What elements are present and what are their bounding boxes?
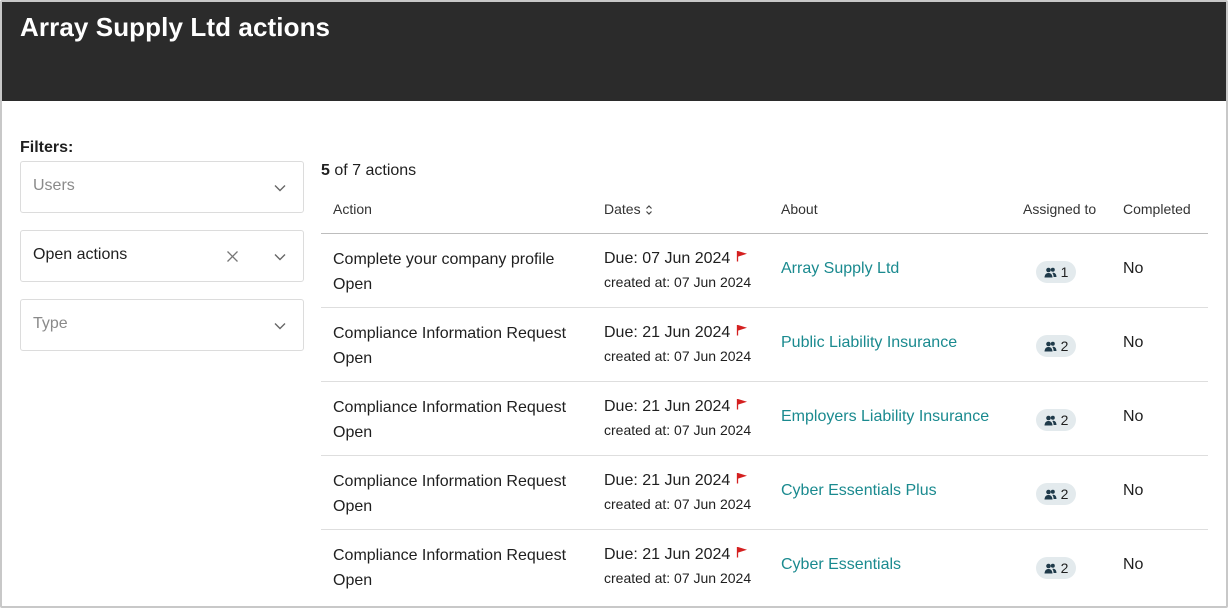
action-status: Open bbox=[333, 498, 373, 515]
action-status: Open bbox=[333, 276, 373, 293]
due-date: Due: 07 Jun 2024 bbox=[604, 247, 751, 271]
assignee-count: 2 bbox=[1060, 486, 1069, 502]
column-header-about: About bbox=[781, 201, 818, 217]
results-total: of 7 actions bbox=[329, 162, 417, 179]
dates-cell: Due: 21 Jun 2024 created at: 07 Jun 2024 bbox=[604, 321, 751, 367]
table-row: Complete your company profile Open Due: … bbox=[321, 234, 1208, 308]
about-link[interactable]: Public Liability Insurance bbox=[781, 334, 957, 352]
due-date: Due: 21 Jun 2024 bbox=[604, 321, 751, 345]
action-cell: Compliance Information Request Open bbox=[333, 321, 566, 371]
created-date: created at: 07 Jun 2024 bbox=[604, 274, 752, 290]
assignee-count: 1 bbox=[1060, 264, 1069, 280]
results-shown: 5 bbox=[321, 162, 330, 179]
due-date: Due: 21 Jun 2024 bbox=[604, 543, 751, 567]
action-status: Open bbox=[333, 350, 373, 367]
flag-icon bbox=[737, 547, 748, 558]
column-header-dates-label: Dates bbox=[604, 201, 641, 217]
assignee-badge[interactable]: 1 bbox=[1036, 261, 1076, 283]
users-icon bbox=[1044, 415, 1057, 425]
completed-value: No bbox=[1123, 556, 1144, 573]
status-filter-select[interactable]: Open actions bbox=[20, 230, 304, 282]
dates-cell: Due: 21 Jun 2024 created at: 07 Jun 2024 bbox=[604, 395, 751, 441]
flag-icon bbox=[737, 399, 748, 410]
created-date: created at: 07 Jun 2024 bbox=[604, 348, 752, 364]
due-date: Due: 21 Jun 2024 bbox=[604, 469, 751, 493]
action-title: Compliance Information Request bbox=[333, 547, 567, 564]
column-header-assigned: Assigned to bbox=[1023, 201, 1097, 217]
due-date-text: Due: 21 Jun 2024 bbox=[604, 546, 731, 563]
column-header-dates[interactable]: Dates bbox=[604, 201, 653, 217]
completed-value: No bbox=[1123, 482, 1144, 499]
table-row: Compliance Information Request Open Due:… bbox=[321, 382, 1208, 456]
dates-cell: Due: 21 Jun 2024 created at: 07 Jun 2024 bbox=[604, 543, 751, 589]
due-date-text: Due: 21 Jun 2024 bbox=[604, 398, 731, 415]
created-date: created at: 07 Jun 2024 bbox=[604, 422, 752, 438]
action-cell: Complete your company profile Open bbox=[333, 247, 554, 297]
about-link[interactable]: Employers Liability Insurance bbox=[781, 408, 989, 426]
assignee-badge[interactable]: 2 bbox=[1036, 557, 1076, 579]
completed-value: No bbox=[1123, 260, 1144, 277]
table-row: Compliance Information Request Open Due:… bbox=[321, 308, 1208, 382]
dates-cell: Due: 07 Jun 2024 created at: 07 Jun 2024 bbox=[604, 247, 751, 293]
users-icon bbox=[1044, 267, 1057, 277]
due-date-text: Due: 07 Jun 2024 bbox=[604, 250, 731, 267]
users-icon bbox=[1044, 489, 1057, 499]
table-body: Complete your company profile Open Due: … bbox=[321, 234, 1208, 604]
assignee-count: 2 bbox=[1060, 560, 1069, 576]
page-header: Array Supply Ltd actions bbox=[2, 2, 1226, 101]
chevron-down-icon[interactable] bbox=[273, 319, 287, 333]
created-date: created at: 07 Jun 2024 bbox=[604, 496, 752, 512]
action-cell: Compliance Information Request Open bbox=[333, 469, 566, 519]
action-title: Compliance Information Request bbox=[333, 399, 567, 416]
due-date: Due: 21 Jun 2024 bbox=[604, 395, 751, 419]
table-row: Compliance Information Request Open Due:… bbox=[321, 530, 1208, 604]
action-status: Open bbox=[333, 424, 373, 441]
action-cell: Compliance Information Request Open bbox=[333, 395, 566, 445]
assignee-badge[interactable]: 2 bbox=[1036, 409, 1076, 431]
column-header-action: Action bbox=[333, 201, 372, 217]
column-header-completed: Completed bbox=[1123, 201, 1191, 217]
users-icon bbox=[1044, 563, 1057, 573]
assignee-count: 2 bbox=[1060, 338, 1069, 354]
due-date-text: Due: 21 Jun 2024 bbox=[604, 472, 731, 489]
type-filter-select[interactable]: Type bbox=[20, 299, 304, 351]
status-filter-value: Open actions bbox=[33, 246, 128, 263]
about-link[interactable]: Cyber Essentials Plus bbox=[781, 482, 937, 500]
about-link[interactable]: Array Supply Ltd bbox=[781, 260, 899, 278]
chevron-down-icon[interactable] bbox=[273, 250, 287, 264]
action-title: Compliance Information Request bbox=[333, 473, 567, 490]
flag-icon bbox=[737, 473, 748, 484]
assignee-count: 2 bbox=[1060, 412, 1069, 428]
action-cell: Compliance Information Request Open bbox=[333, 543, 566, 593]
table-row: Compliance Information Request Open Due:… bbox=[321, 456, 1208, 530]
results-count: 5 of 7 actions bbox=[321, 162, 416, 180]
users-filter-placeholder: Users bbox=[33, 177, 75, 194]
action-title: Complete your company profile bbox=[333, 251, 555, 268]
assignee-badge[interactable]: 2 bbox=[1036, 335, 1076, 357]
chevron-down-icon[interactable] bbox=[273, 181, 287, 195]
due-date-text: Due: 21 Jun 2024 bbox=[604, 324, 731, 341]
close-icon[interactable] bbox=[226, 250, 239, 263]
table-header: Action Dates About Assigned to Completed bbox=[321, 190, 1208, 234]
sort-icon[interactable] bbox=[645, 204, 653, 216]
about-link[interactable]: Cyber Essentials bbox=[781, 556, 901, 574]
assignee-badge[interactable]: 2 bbox=[1036, 483, 1076, 505]
completed-value: No bbox=[1123, 408, 1144, 425]
completed-value: No bbox=[1123, 334, 1144, 351]
flag-icon bbox=[737, 251, 748, 262]
type-filter-placeholder: Type bbox=[33, 315, 68, 332]
dates-cell: Due: 21 Jun 2024 created at: 07 Jun 2024 bbox=[604, 469, 751, 515]
filters-label: Filters: bbox=[20, 139, 74, 156]
created-date: created at: 07 Jun 2024 bbox=[604, 570, 752, 586]
users-icon bbox=[1044, 341, 1057, 351]
action-status: Open bbox=[333, 572, 373, 589]
action-title: Compliance Information Request bbox=[333, 325, 567, 342]
flag-icon bbox=[737, 325, 748, 336]
users-filter-select[interactable]: Users bbox=[20, 161, 304, 213]
actions-table: Action Dates About Assigned to Completed… bbox=[321, 190, 1208, 604]
page-title: Array Supply Ltd actions bbox=[20, 12, 331, 42]
